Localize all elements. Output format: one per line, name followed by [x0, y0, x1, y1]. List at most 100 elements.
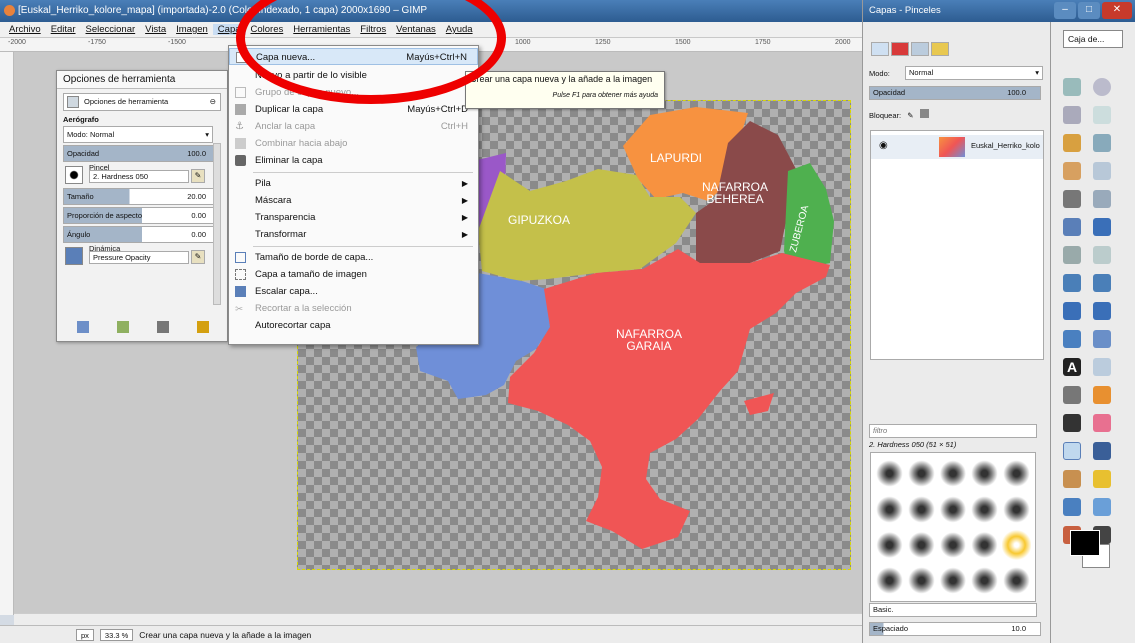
close-icon[interactable]: ✕	[1102, 2, 1132, 19]
menu-vista[interactable]: Vista	[140, 24, 171, 35]
aspect-slider[interactable]: Proporción de aspecto 0.00	[63, 207, 221, 224]
paths-icon[interactable]	[1093, 162, 1111, 180]
mode-select[interactable]: Modo: Normal ▾	[63, 126, 213, 143]
menu-item-duplicar[interactable]: Duplicar la capa Mayús+Ctrl+D	[229, 101, 478, 118]
foreground-color-swatch[interactable]	[1070, 530, 1100, 556]
menu-archivo[interactable]: Archivo	[4, 24, 46, 35]
layers-tab-icon[interactable]	[871, 42, 889, 56]
move-icon[interactable]	[1093, 218, 1111, 236]
brush-item[interactable]	[875, 528, 904, 562]
brush-item[interactable]	[906, 457, 936, 490]
menu-item-escalar[interactable]: Escalar capa...	[229, 283, 478, 300]
reset-icon[interactable]	[197, 321, 209, 333]
menu-item-autorecortar[interactable]: Autorecortar capa	[229, 317, 478, 334]
tool-options-tab[interactable]: Opciones de herramienta ⊖	[63, 93, 221, 111]
menu-item-pila[interactable]: Pila ▶	[229, 175, 478, 192]
brush-item[interactable]	[875, 492, 904, 526]
brush-item[interactable]	[938, 457, 968, 490]
menu-imagen[interactable]: Imagen	[171, 24, 213, 35]
menu-item-capa-tamano-imagen[interactable]: Capa a tamaño de imagen	[229, 266, 478, 283]
edit-brush-icon[interactable]: ✎	[191, 169, 205, 183]
undo-tab-icon[interactable]	[931, 42, 949, 56]
layer-opacity-slider[interactable]: Opacidad 100.0	[869, 86, 1041, 100]
rect-select-icon[interactable]	[1063, 78, 1081, 96]
brush-item[interactable]	[1002, 492, 1031, 526]
menu-item-transformar[interactable]: Transformar ▶	[229, 226, 478, 243]
layer-row[interactable]: ◉ Euskal_Herriko_kolo	[871, 135, 1043, 159]
horizontal-scrollbar[interactable]	[14, 613, 862, 625]
ellipse-select-icon[interactable]	[1093, 78, 1111, 96]
zoom-icon[interactable]	[1093, 190, 1111, 208]
unit-selector[interactable]: px	[76, 628, 94, 641]
brush-item[interactable]	[938, 564, 968, 597]
brush-item[interactable]	[906, 564, 936, 597]
tool-options-scrollbar[interactable]	[213, 143, 221, 305]
brush-selector[interactable]: Pincel 2. Hardness 050 ✎	[63, 163, 221, 186]
brush-preview-icon[interactable]	[65, 166, 83, 184]
delete-preset-icon[interactable]	[157, 321, 169, 333]
lock-pixels-icon[interactable]: ✎	[907, 111, 913, 120]
scissors-icon[interactable]	[1093, 134, 1111, 152]
brush-item[interactable]	[1002, 457, 1031, 490]
foreground-select-icon[interactable]	[1063, 162, 1081, 180]
menu-item-tamano-borde[interactable]: Tamaño de borde de capa...	[229, 249, 478, 266]
menu-editar[interactable]: Editar	[46, 24, 81, 35]
dynamics-selector[interactable]: Dinámica Pressure Opacity ✎	[63, 244, 221, 267]
brush-filter-input[interactable]: filtro	[869, 424, 1037, 438]
save-preset-icon[interactable]	[77, 321, 89, 333]
maximize-icon[interactable]: □	[1078, 2, 1100, 19]
color-picker-icon[interactable]	[1063, 190, 1081, 208]
cage-icon[interactable]	[1093, 330, 1111, 348]
opacity-slider[interactable]: Opacidad 100.0	[63, 145, 221, 162]
blur-icon[interactable]	[1093, 498, 1111, 516]
fuzzy-select-icon[interactable]	[1093, 106, 1111, 124]
paths-tab-icon[interactable]	[911, 42, 929, 56]
preset-select[interactable]: Basic.	[869, 603, 1037, 617]
brush-item[interactable]	[970, 564, 1000, 597]
lasso-icon[interactable]	[1063, 106, 1081, 124]
measure-icon[interactable]	[1063, 218, 1081, 236]
brush-item[interactable]	[875, 457, 904, 490]
spacing-slider[interactable]: Espaciado 10.0	[869, 622, 1041, 636]
layer-mode-select[interactable]: Normal ▾	[905, 66, 1043, 80]
brush-item[interactable]	[970, 492, 1000, 526]
clone-icon[interactable]	[1063, 470, 1081, 488]
brush-item[interactable]	[906, 492, 936, 526]
shear-icon[interactable]	[1063, 302, 1081, 320]
tab-menu-icon[interactable]: ⊖	[210, 94, 216, 110]
zoom-selector[interactable]: 33.3 %	[99, 628, 134, 641]
edit-dynamics-icon[interactable]: ✎	[191, 250, 205, 264]
dynamics-preview-icon[interactable]	[65, 247, 83, 265]
brush-item[interactable]	[875, 564, 904, 597]
restore-preset-icon[interactable]	[117, 321, 129, 333]
menu-item-transparencia[interactable]: Transparencia ▶	[229, 209, 478, 226]
heal-icon[interactable]	[1093, 470, 1111, 488]
brush-item[interactable]	[1002, 564, 1031, 597]
channels-tab-icon[interactable]	[891, 42, 909, 56]
size-slider[interactable]: Tamaño 20.00	[63, 188, 221, 205]
menu-seleccionar[interactable]: Seleccionar	[81, 24, 141, 35]
lock-alpha-icon[interactable]	[919, 109, 929, 118]
align-icon[interactable]	[1063, 246, 1081, 264]
brush-item[interactable]	[1002, 528, 1031, 562]
pencil-icon[interactable]	[1093, 386, 1111, 404]
menu-item-mascara[interactable]: Máscara ▶	[229, 192, 478, 209]
text-tool-icon[interactable]: A	[1063, 358, 1081, 376]
brush-item[interactable]	[938, 528, 968, 562]
blend-icon[interactable]	[1063, 386, 1081, 404]
layers-list[interactable]: ◉ Euskal_Herriko_kolo	[870, 130, 1044, 360]
brush-item[interactable]	[970, 457, 1000, 490]
scale-icon[interactable]	[1093, 274, 1111, 292]
bucket-fill-icon[interactable]	[1093, 358, 1111, 376]
rotate-icon[interactable]	[1063, 274, 1081, 292]
perspective-icon[interactable]	[1093, 302, 1111, 320]
airbrush-icon[interactable]	[1063, 442, 1081, 460]
menu-item-eliminar[interactable]: Eliminar la capa	[229, 152, 478, 169]
brushes-grid[interactable]	[870, 452, 1036, 602]
brush-item[interactable]	[906, 528, 936, 562]
ink-icon[interactable]	[1093, 442, 1111, 460]
brush-item[interactable]	[938, 492, 968, 526]
brush-item[interactable]	[970, 528, 1000, 562]
angle-slider[interactable]: Ángulo 0.00	[63, 226, 221, 243]
perspective-clone-icon[interactable]	[1063, 498, 1081, 516]
